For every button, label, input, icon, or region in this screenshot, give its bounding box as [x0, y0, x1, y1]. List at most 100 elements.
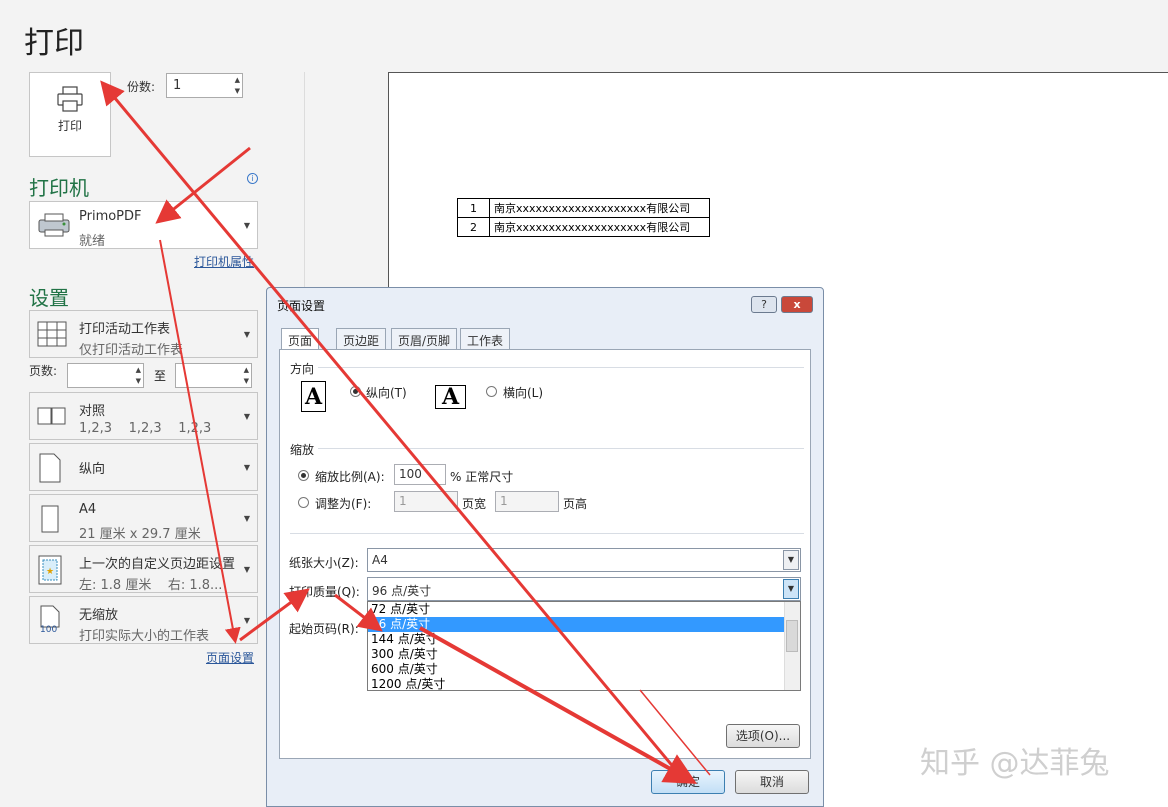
margins-title: 上一次的自定义页边距设置	[79, 557, 236, 572]
list-item[interactable]: 72 点/英寸	[368, 602, 800, 617]
fit-tall-input[interactable]: 1	[495, 491, 559, 512]
cancel-button[interactable]: 取消	[735, 770, 809, 794]
tab-margins[interactable]: 页边距	[336, 328, 387, 350]
paper-size-combo[interactable]: A4 ▼	[367, 548, 801, 572]
landscape-radio[interactable]	[486, 386, 497, 397]
preview-table: 1 南京xxxxxxxxxxxxxxxxxxxx有限公司 2 南京xxxxxxx…	[457, 198, 710, 237]
dialog-title: 页面设置	[277, 299, 326, 313]
company-name: 南京xxxxxxxxxxxxxxxxxxxx有限公司	[489, 217, 710, 237]
tab-page[interactable]: 页面	[281, 328, 320, 351]
paper-size-value: A4	[372, 553, 388, 567]
print-quality-value: 96 点/英寸	[372, 584, 432, 598]
paper-title: A4	[79, 502, 97, 517]
scaling-select[interactable]: 100 无缩放 打印实际大小的工作表 ▼	[29, 596, 258, 644]
table-row: 1 南京xxxxxxxxxxxxxxxxxxxx有限公司	[457, 198, 710, 218]
spin-up-icon[interactable]: ▲	[244, 366, 249, 374]
fit-radio[interactable]	[298, 497, 309, 508]
spin-down-icon[interactable]: ▼	[136, 377, 141, 385]
scope-subtitle: 仅打印活动工作表	[79, 343, 184, 358]
list-item[interactable]: 144 点/英寸	[368, 632, 800, 647]
first-page-label: 起始页码(R):	[289, 622, 359, 636]
help-button[interactable]: ?	[751, 296, 777, 313]
scaling-icon-text: 100	[40, 625, 58, 635]
scope-title: 打印活动工作表	[79, 322, 171, 337]
print-scope-select[interactable]: 打印活动工作表 仅打印活动工作表 ▼	[29, 310, 258, 358]
pages-to-label: 至	[154, 369, 167, 383]
chevron-down-icon: ▼	[243, 330, 250, 339]
tab-sheet[interactable]: 工作表	[460, 328, 511, 350]
fit-label[interactable]: 调整为(F):	[315, 495, 371, 512]
collate-title: 对照	[79, 404, 106, 419]
margins-subtitle: 左: 1.8 厘米 右: 1.8...	[79, 578, 223, 593]
portrait-page-icon	[39, 453, 61, 483]
print-button-label: 打印	[57, 119, 82, 133]
chevron-down-icon: ▼	[243, 463, 250, 472]
copies-value: 1	[173, 78, 182, 93]
spin-down-icon[interactable]: ▼	[235, 87, 240, 95]
chevron-down-icon: ▼	[243, 514, 250, 523]
copies-input[interactable]: 1 ▲ ▼	[166, 73, 243, 98]
landscape-icon: A	[435, 385, 466, 409]
fit-wide-input[interactable]: 1	[394, 491, 458, 512]
scale-label[interactable]: 缩放比例(A):	[315, 468, 385, 485]
company-name: 南京xxxxxxxxxxxxxxxxxxxx有限公司	[489, 198, 710, 218]
collate-icon	[37, 407, 66, 425]
orientation-select[interactable]: 纵向 ▼	[29, 443, 258, 491]
settings-section-title: 设置	[29, 286, 69, 310]
spin-down-icon[interactable]: ▼	[244, 377, 249, 385]
pages-label: 页数:	[29, 364, 58, 378]
chevron-down-icon[interactable]: ▼	[783, 550, 799, 570]
info-icon[interactable]: i	[247, 173, 258, 184]
list-item[interactable]: 600 点/英寸	[368, 662, 800, 677]
margins-select[interactable]: ★ 上一次的自定义页边距设置 左: 1.8 厘米 右: 1.8... ▼	[29, 545, 258, 593]
list-item-selected[interactable]: 96 点/英寸	[368, 617, 800, 632]
spin-up-icon[interactable]: ▲	[235, 76, 240, 84]
ok-button[interactable]: 确定	[651, 770, 725, 794]
fit-tall-value: 1	[500, 494, 508, 508]
copies-label: 份数:	[127, 80, 156, 94]
list-item[interactable]: 1200 点/英寸	[368, 677, 800, 692]
printer-status: 就绪	[79, 234, 106, 249]
paper-size-select[interactable]: A4 21 厘米 x 29.7 厘米 ▼	[29, 494, 258, 542]
row-number: 1	[457, 198, 490, 218]
chevron-down-icon: ▼	[243, 412, 250, 421]
pages-from-input[interactable]: ▲ ▼	[67, 363, 144, 388]
page-setup-link[interactable]: 页面设置	[206, 649, 254, 666]
printer-name: PrimoPDF	[79, 209, 142, 224]
options-button[interactable]: 选项(O)...	[726, 724, 800, 748]
portrait-radio[interactable]	[350, 386, 361, 397]
orientation-group-label: 方向	[290, 362, 315, 376]
print-quality-dropdown[interactable]: 72 点/英寸 96 点/英寸 144 点/英寸 300 点/英寸 600 点/…	[367, 601, 801, 691]
paper-icon	[41, 505, 59, 533]
chevron-down-icon: ▼	[243, 221, 250, 230]
list-item[interactable]: 300 点/英寸	[368, 647, 800, 662]
margins-icon: ★	[38, 555, 62, 585]
printer-properties-link[interactable]: 打印机属性	[194, 253, 254, 270]
collate-select[interactable]: 对照 1,2,3 1,2,3 1,2,3 ▼	[29, 392, 258, 440]
spin-up-icon[interactable]: ▲	[136, 366, 141, 374]
chevron-down-icon[interactable]: ▼	[783, 579, 799, 599]
watermark: 知乎 @达菲兔	[920, 746, 1110, 781]
divider	[318, 367, 804, 368]
portrait-label[interactable]: 纵向(T)	[366, 384, 407, 401]
tab-header-footer[interactable]: 页眉/页脚	[391, 328, 458, 350]
printer-select[interactable]: PrimoPDF 就绪 ▼	[29, 201, 258, 249]
chevron-down-icon: ▼	[243, 616, 250, 625]
scale-suffix: % 正常尺寸	[450, 470, 514, 484]
paper-size-label: 纸张大小(Z):	[289, 556, 359, 570]
print-quality-combo[interactable]: 96 点/英寸 ▼	[367, 577, 801, 601]
fit-wide-suffix: 页宽	[462, 497, 487, 511]
scale-input[interactable]: 100	[394, 464, 446, 485]
page-title: 打印	[24, 26, 84, 61]
orientation-title: 纵向	[79, 462, 106, 477]
close-button[interactable]: x	[781, 296, 813, 313]
print-quality-label: 打印质量(Q):	[289, 585, 360, 599]
row-number: 2	[457, 217, 490, 237]
pages-to-input[interactable]: ▲ ▼	[175, 363, 252, 388]
chevron-down-icon: ▼	[243, 565, 250, 574]
scale-radio[interactable]	[298, 470, 309, 481]
svg-text:★: ★	[46, 567, 54, 577]
scrollbar-thumb[interactable]	[786, 620, 798, 652]
landscape-label[interactable]: 横向(L)	[503, 384, 543, 401]
print-button[interactable]: 打印	[29, 72, 111, 157]
